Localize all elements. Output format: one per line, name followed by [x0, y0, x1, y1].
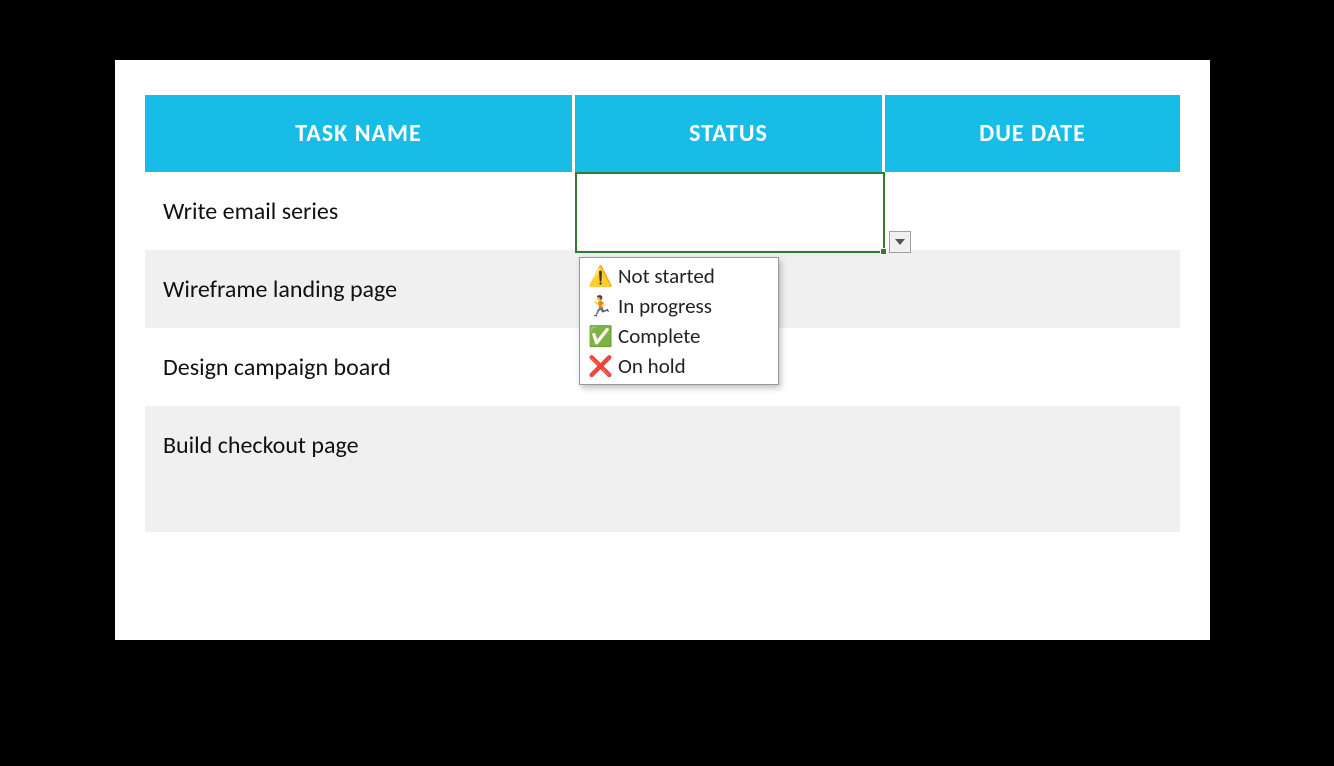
- header-task-name: TASK NAME: [145, 95, 575, 172]
- table-row[interactable]: Write email series: [145, 172, 1180, 250]
- cell-due[interactable]: [885, 328, 1180, 406]
- dropdown-option-label: On hold: [618, 353, 686, 379]
- cell-task[interactable]: Wireframe landing page: [145, 250, 575, 328]
- dropdown-option-label: In progress: [618, 293, 712, 319]
- header-status: STATUS: [575, 95, 885, 172]
- table-header-row: TASK NAME STATUS DUE DATE: [145, 95, 1180, 172]
- table-spacer-row: [145, 484, 1180, 532]
- check-icon: ✅: [588, 324, 612, 349]
- chevron-down-icon: [895, 239, 905, 245]
- header-due-date: DUE DATE: [885, 95, 1180, 172]
- dropdown-option-complete[interactable]: ✅ Complete: [582, 321, 776, 351]
- dropdown-option-in-progress[interactable]: 🏃 In progress: [582, 291, 776, 321]
- cell-task[interactable]: Build checkout page: [145, 406, 575, 484]
- cell-status[interactable]: [575, 406, 885, 484]
- table-row[interactable]: Build checkout page: [145, 406, 1180, 484]
- cell-due[interactable]: [885, 406, 1180, 484]
- cross-icon: ❌: [588, 354, 612, 379]
- dropdown-list-popup: ⚠️ Not started 🏃 In progress ✅ Complete …: [579, 257, 779, 385]
- cell-due[interactable]: [885, 250, 1180, 328]
- dropdown-option-label: Complete: [618, 323, 701, 349]
- dropdown-option-on-hold[interactable]: ❌ On hold: [582, 351, 776, 381]
- warning-icon: ⚠️: [588, 264, 612, 289]
- dropdown-validation-button[interactable]: [889, 231, 911, 253]
- dropdown-option-not-started[interactable]: ⚠️ Not started: [582, 261, 776, 291]
- cell-status[interactable]: [575, 172, 885, 250]
- spacer-cell: [145, 484, 1180, 532]
- cell-task[interactable]: Write email series: [145, 172, 575, 250]
- cell-task[interactable]: Design campaign board: [145, 328, 575, 406]
- running-icon: 🏃: [588, 294, 612, 319]
- dropdown-option-label: Not started: [618, 263, 715, 289]
- spreadsheet-card: TASK NAME STATUS DUE DATE Write email se…: [115, 60, 1210, 640]
- cell-due[interactable]: [885, 172, 1180, 250]
